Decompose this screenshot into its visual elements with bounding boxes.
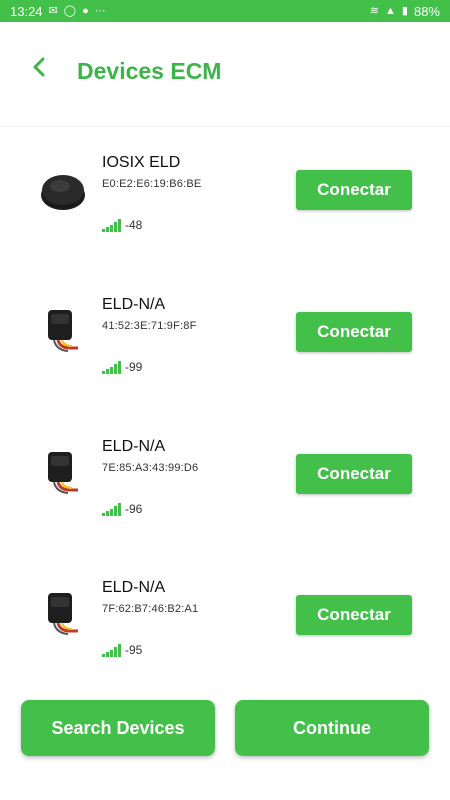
device-mac: 41:52:3E:71:9F:8F xyxy=(102,320,197,332)
signal-bars-icon xyxy=(102,218,121,232)
device-mac: 7F:62:B7:46:B2:A1 xyxy=(102,603,199,615)
message-icon: ✉ xyxy=(48,4,58,17)
continue-button[interactable]: Continue xyxy=(235,700,429,756)
signal-bars-icon xyxy=(102,360,121,374)
battery-icon: ▮ xyxy=(401,4,408,17)
signal-strength: -99 xyxy=(102,360,142,374)
app-bar: Devices ECM xyxy=(0,22,450,122)
status-bar-left: 13:24 ✉ ◯ ● ··· xyxy=(10,4,106,19)
device-item: ELD-N/A 41:52:3E:71:9F:8F -99 Conectar xyxy=(0,282,450,402)
device-name: ELD-N/A xyxy=(102,579,166,596)
device-mac: 7E:85:A3:43:99:D6 xyxy=(102,462,199,474)
wifi-icon: ≋ xyxy=(369,4,380,17)
obd-box-device-icon xyxy=(48,310,78,352)
search-devices-button[interactable]: Search Devices xyxy=(21,700,215,756)
signal-icon: ▲ xyxy=(385,4,396,17)
rssi-value: -48 xyxy=(125,218,143,232)
device-name: IOSIX ELD xyxy=(102,154,181,171)
connect-button[interactable]: Conectar xyxy=(296,595,412,635)
rssi-value: -99 xyxy=(125,360,143,374)
round-puck-device-icon xyxy=(41,175,85,210)
obd-box-device-icon xyxy=(48,452,78,494)
device-name: ELD-N/A xyxy=(102,296,166,313)
device-item: IOSIX ELD E0:E2:E6:19:B6:BE -48 Conectar xyxy=(0,140,450,260)
rssi-value: -96 xyxy=(125,502,143,516)
connect-button[interactable]: Conectar xyxy=(296,170,412,210)
signal-strength: -95 xyxy=(102,643,142,657)
messenger-icon: ● xyxy=(82,4,89,17)
connect-button[interactable]: Conectar xyxy=(296,454,412,494)
battery-level: 88% xyxy=(413,3,440,19)
signal-strength: -96 xyxy=(102,502,142,516)
connect-button[interactable]: Conectar xyxy=(296,312,412,352)
obd-box-device-icon xyxy=(48,593,78,635)
device-name: ELD-N/A xyxy=(102,438,166,455)
device-item: ELD-N/A 7F:62:B7:46:B2:A1 -95 Conectar xyxy=(0,565,450,685)
status-time: 13:24 xyxy=(10,3,43,19)
signal-strength: -48 xyxy=(102,218,142,232)
status-bar: 13:24 ✉ ◯ ● ··· ≋ ▲ ▮ 88% xyxy=(0,0,450,22)
chevron-left-icon xyxy=(33,57,45,77)
page-title: Devices ECM xyxy=(77,58,222,84)
whatsapp-icon: ◯ xyxy=(63,4,77,17)
back-button[interactable] xyxy=(26,54,52,80)
status-bar-right: ≋ ▲ ▮ 88% xyxy=(370,4,440,19)
device-item: ELD-N/A 7E:85:A3:43:99:D6 -96 Conectar xyxy=(0,424,450,544)
header-divider xyxy=(0,126,450,127)
device-mac: E0:E2:E6:19:B6:BE xyxy=(102,178,202,190)
rssi-value: -95 xyxy=(125,643,143,657)
more-icon: ··· xyxy=(94,4,106,17)
signal-bars-icon xyxy=(102,502,121,516)
signal-bars-icon xyxy=(102,643,121,657)
